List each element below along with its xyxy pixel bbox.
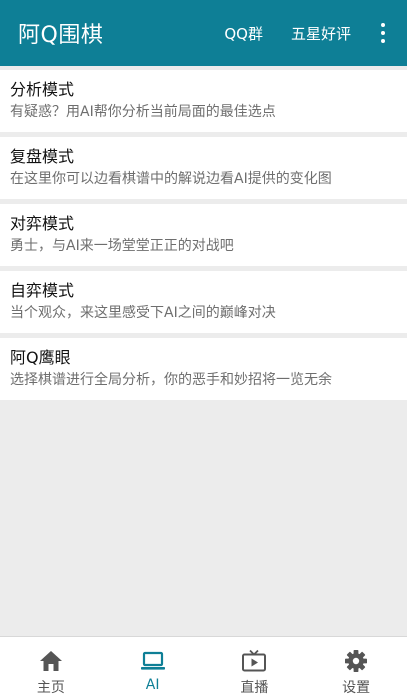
- mode-title: 分析模式: [10, 80, 75, 99]
- mode-description: 有疑惑？用AI帮你分析当前局面的最佳选点: [10, 104, 276, 120]
- nav-item-live[interactable]: 直播: [204, 637, 306, 700]
- nav-label: 直播: [240, 680, 269, 696]
- nav-item-ai[interactable]: AI: [102, 637, 204, 700]
- tv-icon: [242, 649, 267, 672]
- nav-item-settings[interactable]: 设置: [305, 637, 407, 700]
- bottom-nav: 主页 AI 直播 设置: [0, 636, 407, 700]
- mode-title: 对弈模式: [10, 214, 75, 233]
- mode-card-play[interactable]: 对弈模式 勇士，与AI来一场堂堂正正的对战吧: [0, 204, 407, 266]
- overflow-dot: [381, 39, 385, 43]
- mode-description: 勇士，与AI来一场堂堂正正的对战吧: [10, 238, 234, 254]
- rate-five-star-button[interactable]: 五星好评: [291, 23, 351, 44]
- laptop-icon: [140, 651, 165, 670]
- mode-card-hawkeye[interactable]: 阿Q鹰眼 选择棋谱进行全局分析，你的恶手和妙招将一览无余: [0, 338, 407, 400]
- home-icon: [39, 651, 62, 671]
- mode-list: 分析模式 有疑惑？用AI帮你分析当前局面的最佳选点 复盘模式 在这里你可以边看棋…: [0, 70, 407, 405]
- mode-description: 在这里你可以边看棋谱中的解说边看AI提供的变化图: [10, 171, 332, 187]
- mode-card-analysis[interactable]: 分析模式 有疑惑？用AI帮你分析当前局面的最佳选点: [0, 70, 407, 132]
- qq-group-button[interactable]: QQ群: [224, 23, 263, 44]
- overflow-dot: [381, 23, 385, 27]
- app-bar: 阿Q围棋 QQ群 五星好评: [0, 0, 407, 66]
- mode-description: 当个观众，来这里感受下AI之间的巅峰对决: [10, 305, 276, 321]
- more-vertical-icon[interactable]: [373, 21, 393, 45]
- mode-card-selfplay[interactable]: 自弈模式 当个观众，来这里感受下AI之间的巅峰对决: [0, 271, 407, 333]
- nav-label: AI: [145, 677, 160, 693]
- mode-title: 阿Q鹰眼: [10, 348, 71, 367]
- nav-label: 主页: [36, 680, 65, 696]
- mode-description: 选择棋谱进行全局分析，你的恶手和妙招将一览无余: [10, 372, 332, 388]
- app-title: 阿Q围棋: [18, 23, 104, 48]
- gear-icon: [345, 650, 368, 672]
- nav-label: 设置: [342, 680, 371, 696]
- nav-item-home[interactable]: 主页: [0, 637, 102, 700]
- mode-card-review[interactable]: 复盘模式 在这里你可以边看棋谱中的解说边看AI提供的变化图: [0, 137, 407, 199]
- mode-title: 自弈模式: [10, 281, 75, 300]
- mode-title: 复盘模式: [10, 147, 75, 166]
- overflow-dot: [381, 31, 385, 35]
